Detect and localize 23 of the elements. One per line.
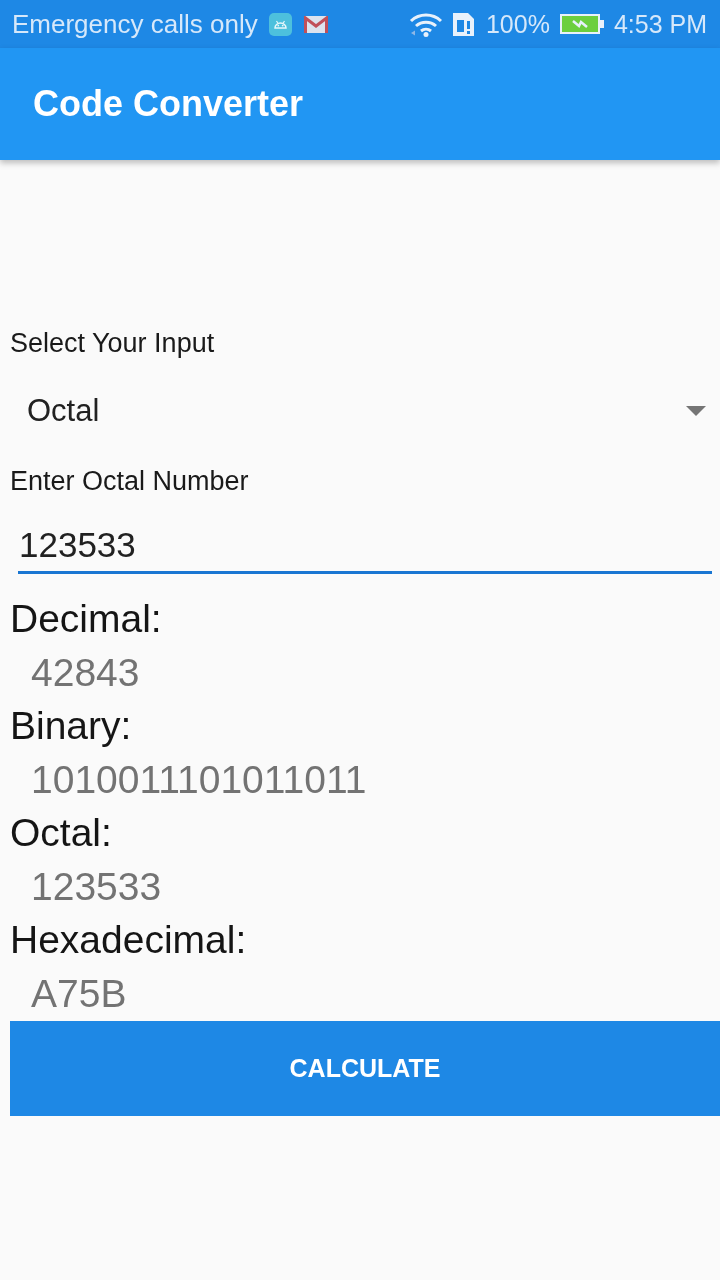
app-title: Code Converter bbox=[33, 83, 304, 125]
battery-charging-icon bbox=[559, 14, 604, 34]
result-label: Decimal: bbox=[10, 596, 162, 642]
battery-percent: 100% bbox=[485, 10, 550, 38]
sim-card-alert-icon bbox=[452, 12, 476, 36]
result-label: Octal: bbox=[10, 810, 112, 856]
result-value: 42843 bbox=[30, 649, 140, 696]
clock-time: 4:53 PM bbox=[613, 10, 707, 38]
mail-icon bbox=[303, 15, 328, 33]
result-value: A75B bbox=[30, 970, 127, 1017]
dropdown-caret-icon bbox=[686, 406, 706, 416]
result-label: Hexadecimal: bbox=[10, 917, 247, 963]
carrier-text: Emergency calls only bbox=[12, 10, 258, 38]
wifi-icon bbox=[408, 11, 443, 37]
field-label: Select Your Input bbox=[10, 329, 215, 357]
field-label: Enter Octal Number bbox=[10, 467, 249, 495]
result-value: 123533 bbox=[30, 863, 162, 910]
number-input-field[interactable]: 123533 bbox=[18, 503, 712, 574]
android-icon bbox=[268, 12, 292, 36]
result-value: 1010011101011011 bbox=[30, 756, 367, 803]
result-label: Binary: bbox=[10, 703, 132, 749]
input-type-dropdown[interactable]: Octal bbox=[10, 371, 720, 451]
calculate-button[interactable]: CALCULATE bbox=[10, 1021, 720, 1116]
